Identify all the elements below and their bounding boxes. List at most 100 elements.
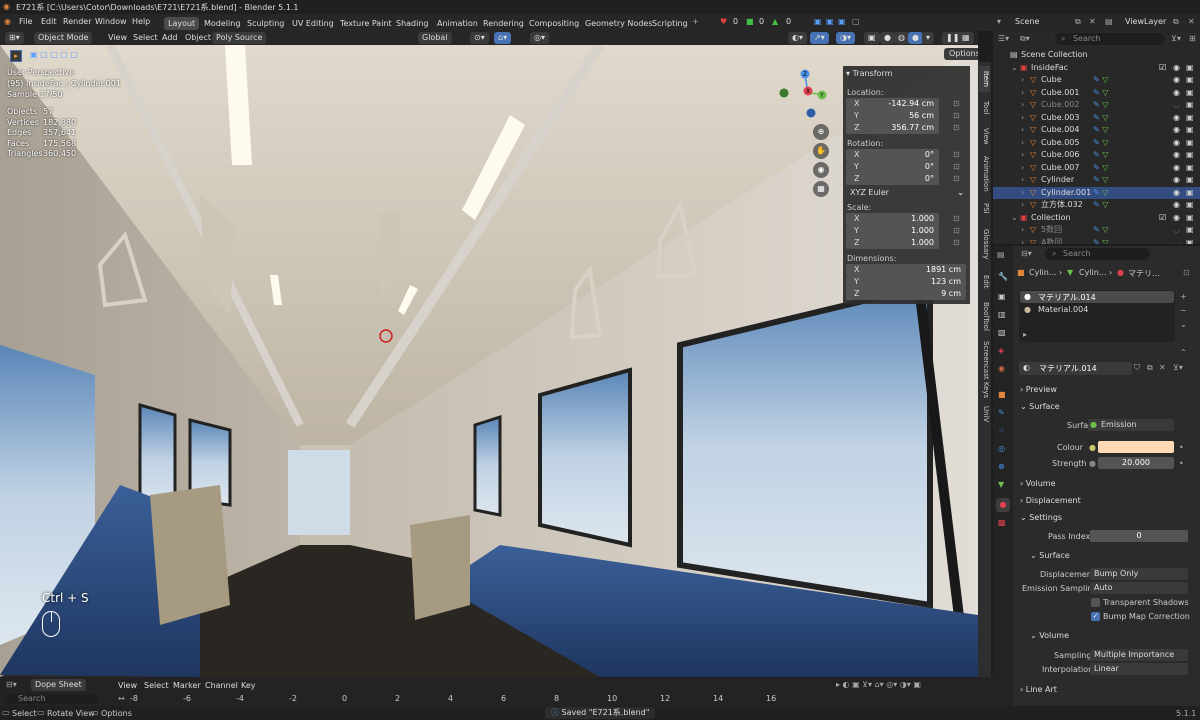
transparent-shadows-checkbox[interactable] xyxy=(1091,598,1100,607)
modifier-mesh-icons[interactable]: ✎ ▽ xyxy=(1093,137,1108,150)
render-camera-icon[interactable]: ▣ xyxy=(1186,237,1194,245)
surface-subsection[interactable]: ⌄ Surface xyxy=(1030,551,1070,560)
volume-section[interactable]: › Volume xyxy=(1020,479,1056,488)
settings-section[interactable]: ⌄ Settings xyxy=(1020,513,1062,522)
pivot-icon[interactable]: ⊙▾ xyxy=(470,32,489,44)
render-props-icon[interactable]: ▣ xyxy=(998,292,1006,301)
outliner-row[interactable]: › ▽ 立方体.032 ✎ ▽ ◉ ▣ xyxy=(993,199,1200,212)
tab-sculpting[interactable]: Sculpting xyxy=(243,17,288,30)
blender-menu-icon[interactable]: ◉ xyxy=(4,17,11,26)
tool-props-icon[interactable]: 🔧 xyxy=(998,272,1008,281)
visibility-eye-icon[interactable]: ◉ xyxy=(1173,187,1180,200)
expand-arrow-icon[interactable]: ⌄ xyxy=(1011,212,1018,225)
expand-arrow-icon[interactable]: › xyxy=(1021,149,1024,162)
location-y-field[interactable]: Y 56 cm xyxy=(846,110,939,122)
expand-arrow-icon[interactable]: › xyxy=(1021,99,1024,112)
material-props-icon[interactable]: ● xyxy=(996,498,1010,512)
visibility-eye-icon[interactable]: ◉ xyxy=(1173,174,1180,187)
visibility-eye-icon[interactable]: ◉ xyxy=(1173,62,1180,75)
modifier-mesh-icons[interactable]: ✎ ▽ xyxy=(1093,124,1108,137)
tab-scripting[interactable]: Scripting xyxy=(648,17,692,30)
overlay-toggle-icon[interactable]: ◑▾ xyxy=(836,32,855,44)
editor-type-icon[interactable]: ⊞▾ xyxy=(5,32,24,44)
side-tab-screencast-keys[interactable]: Screencast Keys xyxy=(979,340,990,400)
visibility-eye-icon[interactable]: ◉ xyxy=(1173,87,1180,100)
render-camera-icon[interactable]: ▣ xyxy=(1186,112,1194,125)
toggle-b-icon[interactable]: ▣ xyxy=(826,17,834,26)
scale-z-field[interactable]: Z 1.000 xyxy=(846,237,939,249)
timeline-menu-view[interactable]: View xyxy=(118,681,137,690)
mode-selector[interactable]: Object Mode xyxy=(34,32,93,44)
material-slot[interactable]: ● Material.004 xyxy=(1020,304,1174,316)
collection-checkbox[interactable]: ☑ xyxy=(1159,212,1166,225)
side-tab-tool[interactable]: Tool xyxy=(979,96,990,120)
side-tab-item[interactable]: Item xyxy=(979,66,990,92)
viewport-menu-object[interactable]: Object xyxy=(185,33,211,42)
poly-source-button[interactable]: Poly Source xyxy=(212,32,267,44)
render-camera-icon[interactable]: ▣ xyxy=(1186,174,1194,187)
outliner-row[interactable]: ⌄ ▣ InsideFac ☑ ◉ ▣ xyxy=(993,62,1200,75)
shading-solid-icon[interactable]: ● xyxy=(880,32,895,44)
visibility-eye-icon[interactable]: ◉ xyxy=(1173,162,1180,175)
object-props-icon[interactable]: ■ xyxy=(998,390,1006,399)
dimensions-y-field[interactable]: Y 123 cm xyxy=(846,276,966,288)
line-art-section[interactable]: › Line Art xyxy=(1020,685,1057,694)
data-props-icon[interactable]: ▼ xyxy=(998,480,1004,489)
bump-map-checkbox[interactable]: ✓ xyxy=(1091,612,1100,621)
menu-file[interactable]: File xyxy=(19,17,32,26)
strength-field[interactable]: 20.000 xyxy=(1098,457,1174,469)
side-tab-univ[interactable]: UniV xyxy=(979,404,990,424)
expand-arrow-icon[interactable]: › xyxy=(1021,174,1024,187)
expand-arrow-icon[interactable]: › xyxy=(1021,112,1024,125)
side-tab-animation[interactable]: Animation xyxy=(979,152,990,196)
lock-icons[interactable]: ⊡ ⊡ ⊡ xyxy=(953,98,960,134)
scene-new-icon[interactable]: ⧉ xyxy=(1075,17,1081,27)
render-camera-icon[interactable]: ▣ xyxy=(1186,162,1194,175)
dope-sheet-mode-dropdown[interactable]: Dope Sheet xyxy=(31,679,86,691)
side-tab-edit[interactable]: Edit xyxy=(979,272,990,292)
modifier-mesh-icons[interactable]: ✎ ▽ xyxy=(1093,149,1108,162)
shading-dropdown-icon[interactable]: ▾ xyxy=(922,32,935,44)
outliner-row[interactable]: › ▽ 5数回 ✎ ▽ ◡ ▣ xyxy=(993,224,1200,237)
displacement-section[interactable]: › Displacement xyxy=(1020,496,1081,505)
select-tool-icon[interactable]: ▸ xyxy=(10,50,22,62)
modifier-mesh-icons[interactable]: ✎ ▽ xyxy=(1093,99,1108,112)
expand-arrow-icon[interactable]: › xyxy=(1021,124,1024,137)
toggle-a-icon[interactable]: ▣ xyxy=(814,17,822,26)
render-camera-icon[interactable]: ▣ xyxy=(1186,99,1194,112)
collection-checkbox[interactable]: ☑ xyxy=(1159,62,1166,75)
info-count[interactable]: 0 xyxy=(786,17,791,26)
select-mode-icons[interactable]: ▣ ▢ ▢ ▢ ▢ xyxy=(30,50,78,59)
toggle-c-icon[interactable]: ▣ xyxy=(838,17,846,26)
side-tab-psi[interactable]: PSI xyxy=(979,200,990,216)
error-count[interactable]: 0 xyxy=(733,17,738,26)
tab-compositing[interactable]: Compositing xyxy=(525,17,583,30)
menu-window[interactable]: Window xyxy=(95,17,127,26)
view-layer-selector[interactable]: ViewLayer xyxy=(1125,17,1166,26)
keyframe-dot[interactable]: • xyxy=(1179,443,1184,452)
zoom-icon[interactable]: ⊕ xyxy=(813,124,829,140)
modifier-mesh-icons[interactable]: ✎ ▽ xyxy=(1093,237,1108,245)
timeline-menu-marker[interactable]: Marker xyxy=(173,681,201,690)
preview-section[interactable]: › Preview xyxy=(1020,385,1057,394)
channel-collapse-icon[interactable]: ↔ xyxy=(118,694,125,703)
expand-arrow-icon[interactable]: › xyxy=(1021,87,1024,100)
visibility-icon[interactable]: ◐▾ xyxy=(788,32,807,44)
keyframe-dot[interactable]: • xyxy=(1179,459,1184,468)
scene-selector[interactable]: Scene xyxy=(1015,17,1039,26)
rotation-z-field[interactable]: Z 0° xyxy=(846,173,939,185)
camera-toggle-icon[interactable]: ▦ xyxy=(958,32,974,44)
render-camera-icon[interactable]: ▣ xyxy=(1186,74,1194,87)
fake-user-icon[interactable]: ⛉ xyxy=(1134,363,1140,373)
warning-count[interactable]: 0 xyxy=(759,17,764,26)
side-tab-view[interactable]: View xyxy=(979,124,990,148)
3d-viewport[interactable]: ▸ ▣ ▢ ▢ ▢ ▢ User Perspective (95) Inside… xyxy=(0,45,978,677)
tab-geometry-nodes[interactable]: Geometry Nodes xyxy=(581,17,656,30)
modifier-mesh-icons[interactable]: ✎ ▽ xyxy=(1093,162,1108,175)
world-props-icon[interactable]: ◉ xyxy=(998,364,1005,373)
outliner-editor-icon[interactable]: ☰▾ xyxy=(998,34,1009,43)
tab-modeling[interactable]: Modeling xyxy=(200,17,244,30)
outliner-new-collection-icon[interactable]: ⊞ xyxy=(1189,34,1196,43)
menu-edit[interactable]: Edit xyxy=(41,17,57,26)
particles-props-icon[interactable]: ⁘ xyxy=(998,426,1005,435)
